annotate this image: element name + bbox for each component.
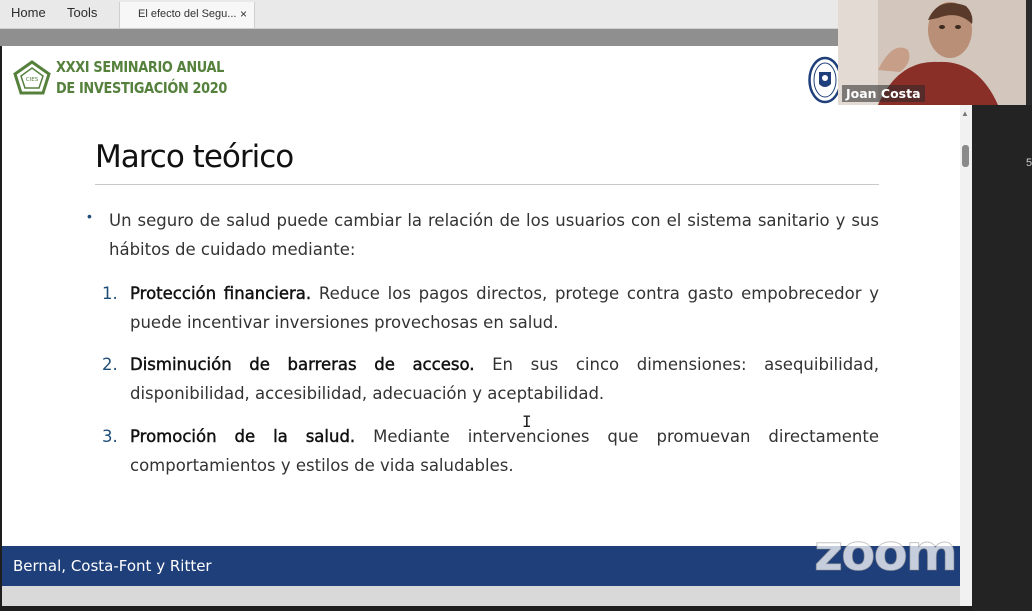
list-item-number: 3. xyxy=(102,427,118,446)
menu-home[interactable]: Home xyxy=(11,5,46,20)
cies-pentagon-logo: CIES xyxy=(13,60,51,95)
list-item: Protección financiera. Reduce los pagos … xyxy=(130,279,879,337)
zoom-screen-share: Home Tools El efecto del Segu... × CIES … xyxy=(0,0,1032,611)
intro-paragraph: Un seguro de salud puede cambiar la rela… xyxy=(109,211,879,259)
scrollbar-thumb[interactable] xyxy=(962,145,969,167)
svg-text:CIES: CIES xyxy=(26,77,39,83)
close-icon[interactable]: × xyxy=(240,7,247,21)
presentation-slide: CIES XXXI SEMINARIO ANUAL DE INVESTIGACI… xyxy=(2,46,960,606)
panel-glyph: 5 xyxy=(1026,157,1032,169)
viewer-toolbar xyxy=(0,29,972,46)
slide-bottom-margin xyxy=(2,586,960,606)
list-item-heading: Promoción de la salud. xyxy=(130,427,356,446)
viewer-menu-bar: Home Tools El efecto del Segu... × xyxy=(0,0,838,29)
participant-video[interactable]: Joan Costa xyxy=(838,0,1026,105)
list-item-heading: Protección financiera. xyxy=(130,284,312,303)
side-panel: 5 xyxy=(972,105,1032,611)
title-divider xyxy=(95,184,879,185)
seminar-title-line1: XXXI SEMINARIO ANUAL xyxy=(56,58,225,76)
video-edge xyxy=(1026,0,1032,105)
document-tab[interactable]: El efecto del Segu... × xyxy=(119,2,255,28)
vertical-scrollbar[interactable]: ▲ xyxy=(960,105,972,606)
university-seal-logo xyxy=(808,56,842,104)
participant-name-label: Joan Costa xyxy=(842,85,925,102)
i-beam-cursor-icon: I xyxy=(522,412,532,431)
document-tab-label: El efecto del Segu... xyxy=(138,8,237,20)
scroll-up-arrow-icon[interactable]: ▲ xyxy=(961,109,969,118)
list-item-number: 1. xyxy=(102,284,118,303)
list-item-heading: Disminución de barreras de acceso. xyxy=(130,355,475,374)
list-item-number: 2. xyxy=(102,355,118,374)
slide-title: Marco teórico xyxy=(95,139,294,175)
seminar-title-line2: DE INVESTIGACIÓN 2020 xyxy=(56,79,228,97)
bullet-icon: • xyxy=(87,208,92,224)
list-item: Disminución de barreras de acceso. En su… xyxy=(130,350,879,408)
list-item: Promoción de la salud. Mediante interven… xyxy=(130,422,879,480)
footer-authors: Bernal, Costa-Font y Ritter xyxy=(13,557,212,575)
zoom-watermark: zoom xyxy=(814,524,959,583)
menu-tools[interactable]: Tools xyxy=(67,5,97,20)
